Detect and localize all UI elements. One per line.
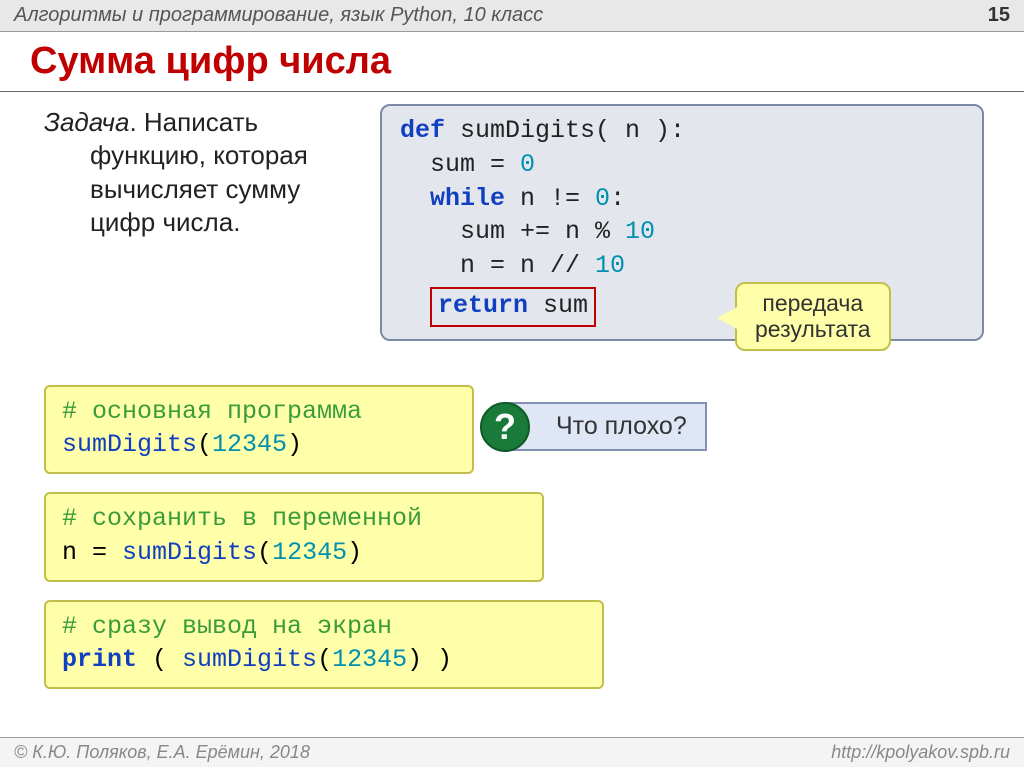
footer-url: http://kpolyakov.spb.ru <box>831 742 1010 763</box>
page-number: 15 <box>988 4 1010 27</box>
course-label: Алгоритмы и программирование, язык Pytho… <box>14 4 543 27</box>
code-block-main: def sumDigits( n ): sum = 0 while n != 0… <box>380 104 984 341</box>
code-snippet-2: # сохранить в переменной n = sumDigits(1… <box>44 492 544 582</box>
question-text: Что плохо? <box>556 412 687 440</box>
code-snippet-3: # сразу вывод на экран print ( sumDigits… <box>44 600 604 690</box>
question-box: ? Что плохо? <box>504 402 707 451</box>
slide-header: Алгоритмы и программирование, язык Pytho… <box>0 0 1024 32</box>
slide-title: Сумма цифр числа <box>0 32 1024 92</box>
content-area: Задача. Написать функцию, которая вычисл… <box>0 100 1024 689</box>
return-highlight: return sum <box>430 287 596 327</box>
footer-copyright: © К.Ю. Поляков, Е.А. Ерёмин, 2018 <box>14 742 310 763</box>
task-text: Задача. Написать функцию, которая вычисл… <box>44 104 364 239</box>
question-mark-icon: ? <box>480 402 530 452</box>
task-label: Задача <box>44 107 129 137</box>
code-snippet-1: # основная программа sumDigits(12345) <box>44 385 474 475</box>
slide-footer: © К.Ю. Поляков, Е.А. Ерёмин, 2018 http:/… <box>0 737 1024 767</box>
callout-result: передача результата <box>735 282 891 351</box>
callout-arrow-icon <box>717 306 739 330</box>
